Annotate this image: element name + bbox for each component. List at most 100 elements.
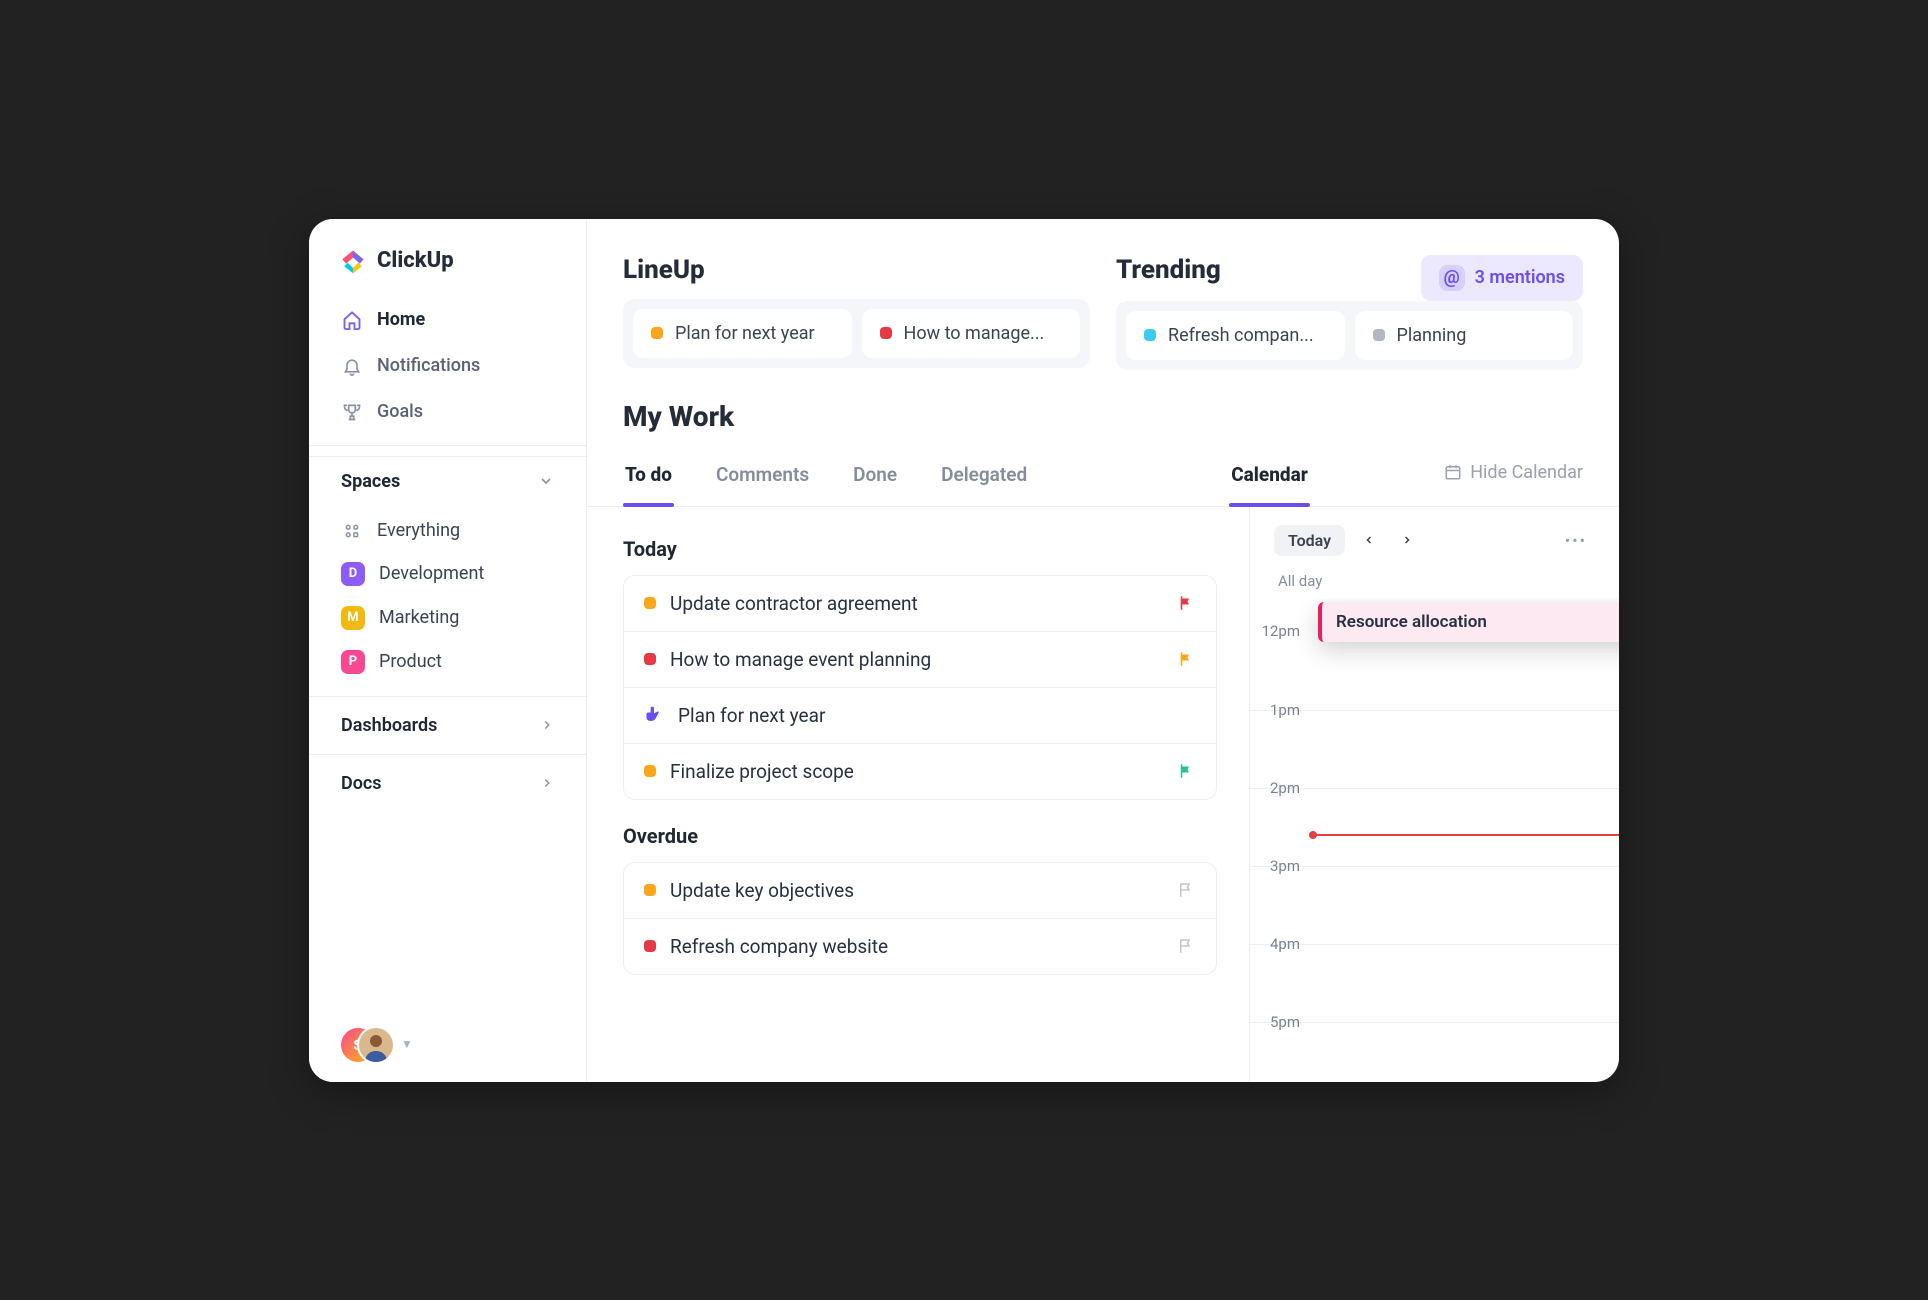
more-button[interactable]: •••	[1557, 527, 1595, 554]
lineup-card-label: How to manage...	[904, 323, 1045, 344]
mentions-button[interactable]: @ 3 mentions	[1421, 255, 1583, 301]
event-title: Resource allocation	[1336, 612, 1487, 632]
hour-row[interactable]: 4pm	[1250, 944, 1619, 1022]
allday-label: All day	[1250, 568, 1619, 598]
hour-row[interactable]: 5pm	[1250, 1022, 1619, 1082]
space-badge: D	[341, 562, 365, 586]
nav-docs[interactable]: Docs	[309, 754, 586, 812]
today-button[interactable]: Today	[1274, 525, 1345, 556]
lineup-section: LineUp Plan for next year How to manage.…	[623, 255, 1090, 368]
nav-dashboards[interactable]: Dashboards	[309, 696, 586, 754]
lineup-card-label: Plan for next year	[675, 323, 815, 344]
spaces-label: Spaces	[341, 471, 400, 492]
status-icon	[880, 327, 892, 339]
hour-label: 1pm	[1250, 701, 1308, 719]
chevron-right-icon	[540, 776, 554, 790]
logo[interactable]: ClickUp	[309, 219, 586, 297]
everything-icon	[341, 520, 363, 542]
next-button[interactable]	[1393, 526, 1421, 554]
trophy-icon	[341, 401, 363, 423]
chevron-down-icon	[538, 473, 554, 489]
status-icon	[644, 653, 656, 665]
bell-icon	[341, 355, 363, 377]
space-label: Product	[379, 651, 442, 672]
task-row[interactable]: Plan for next year	[624, 688, 1216, 744]
nav-goals[interactable]: Goals	[327, 389, 568, 435]
flag-icon[interactable]	[1176, 649, 1196, 669]
status-icon	[1144, 329, 1156, 341]
nav-goals-label: Goals	[377, 401, 423, 422]
trending-card-label: Planning	[1397, 325, 1467, 346]
nav-notifications[interactable]: Notifications	[327, 343, 568, 389]
task-row[interactable]: Update contractor agreement	[624, 576, 1216, 632]
trending-card-label: Refresh compan...	[1168, 325, 1314, 346]
prev-button[interactable]	[1355, 526, 1383, 554]
status-icon	[644, 765, 656, 777]
task-row[interactable]: Finalize project scope	[624, 744, 1216, 799]
lineup-card[interactable]: How to manage...	[862, 309, 1081, 358]
hour-label: 12pm	[1250, 622, 1308, 640]
task-label: Finalize project scope	[670, 760, 1162, 783]
pointing-hand-icon	[644, 705, 664, 725]
calendar-grid[interactable]: Resource allocation 12pm1pm2pm3pm4pm5pm	[1250, 598, 1619, 1082]
logo-icon	[339, 247, 367, 275]
hide-calendar-button[interactable]: Hide Calendar	[1444, 462, 1583, 497]
space-product[interactable]: P Product	[327, 640, 568, 684]
hour-row[interactable]: 3pm	[1250, 866, 1619, 944]
spaces-header[interactable]: Spaces	[309, 456, 586, 506]
hour-row[interactable]: 1pm	[1250, 710, 1619, 788]
hour-label: 4pm	[1250, 935, 1308, 953]
flag-icon[interactable]	[1176, 761, 1196, 781]
today-tasks: Update contractor agreement How to manag…	[623, 575, 1217, 800]
avatar	[357, 1026, 395, 1064]
task-row[interactable]: Refresh company website	[624, 919, 1216, 974]
task-row[interactable]: How to manage event planning	[624, 632, 1216, 688]
hour-label: 5pm	[1250, 1013, 1308, 1031]
user-menu[interactable]: S ▼	[309, 1006, 586, 1082]
overdue-tasks: Update key objectives Refresh company we…	[623, 862, 1217, 975]
caret-down-icon: ▼	[401, 1037, 413, 1051]
flag-outline-icon[interactable]	[1176, 880, 1196, 900]
status-icon	[651, 327, 663, 339]
tab-delegated[interactable]: Delegated	[939, 453, 1029, 506]
today-label: Today	[623, 537, 1217, 561]
overdue-label: Overdue	[623, 824, 1217, 848]
nav-home[interactable]: Home	[327, 297, 568, 343]
tab-calendar[interactable]: Calendar	[1229, 453, 1310, 506]
space-badge: P	[341, 650, 365, 674]
tab-done[interactable]: Done	[851, 453, 899, 506]
space-label: Marketing	[379, 607, 459, 628]
task-label: How to manage event planning	[670, 648, 1162, 671]
task-row[interactable]: Update key objectives	[624, 863, 1216, 919]
space-development[interactable]: D Development	[327, 552, 568, 596]
hour-row[interactable]: 12pm	[1250, 632, 1619, 710]
chevron-right-icon	[540, 718, 554, 732]
flag-outline-icon[interactable]	[1176, 936, 1196, 956]
space-everything[interactable]: Everything	[327, 510, 568, 552]
status-icon	[644, 597, 656, 609]
lineup-title: LineUp	[623, 255, 1090, 285]
lineup-card[interactable]: Plan for next year	[633, 309, 852, 358]
tab-todo[interactable]: To do	[623, 453, 674, 506]
tab-comments[interactable]: Comments	[714, 453, 811, 506]
space-marketing[interactable]: M Marketing	[327, 596, 568, 640]
trending-card[interactable]: Refresh compan...	[1126, 311, 1345, 360]
hour-label: 2pm	[1250, 779, 1308, 797]
home-icon	[341, 309, 363, 331]
trending-card[interactable]: Planning	[1355, 311, 1574, 360]
hour-row[interactable]: 2pm	[1250, 788, 1619, 866]
current-time-line	[1314, 834, 1619, 836]
sidebar: ClickUp Home Notifications Goals Spaces	[309, 219, 587, 1082]
task-label: Update contractor agreement	[670, 592, 1162, 615]
brand-name: ClickUp	[377, 248, 454, 273]
task-label: Plan for next year	[678, 704, 1196, 727]
calendar-icon	[1444, 463, 1462, 481]
mentions-label: 3 mentions	[1475, 267, 1565, 288]
task-label: Refresh company website	[670, 935, 1162, 958]
space-badge: M	[341, 606, 365, 630]
hour-label: 3pm	[1250, 857, 1308, 875]
nav-home-label: Home	[377, 309, 425, 330]
mywork-title: My Work	[587, 394, 1619, 453]
status-icon	[644, 940, 656, 952]
flag-icon[interactable]	[1176, 593, 1196, 613]
